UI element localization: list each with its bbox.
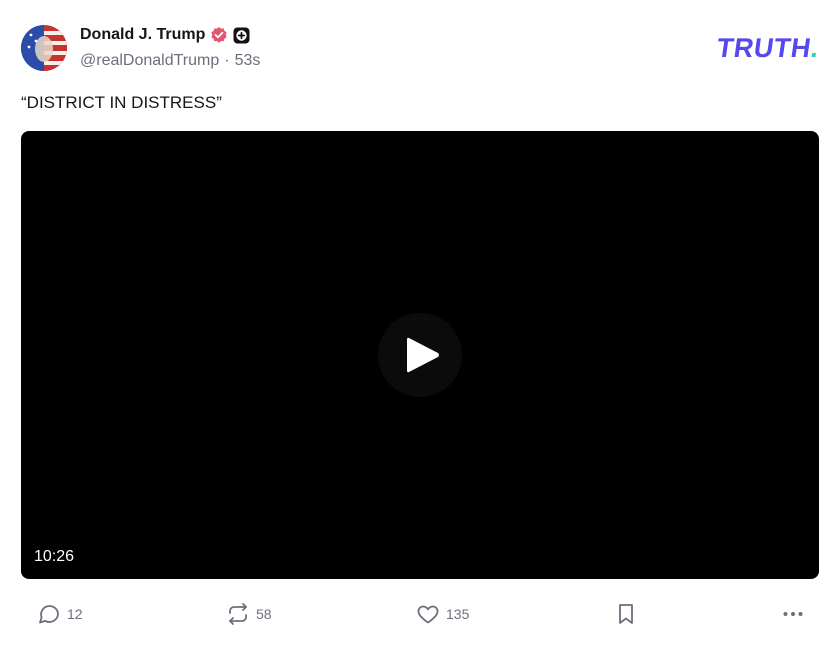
- action-bar: 12 58 135: [0, 600, 840, 628]
- plus-badge-icon: [233, 27, 250, 44]
- bookmark-button[interactable]: [614, 600, 638, 628]
- like-count: 135: [446, 606, 470, 622]
- avatar[interactable]: [21, 25, 67, 71]
- play-button[interactable]: [378, 313, 462, 397]
- handle[interactable]: @realDonaldTrump: [80, 52, 219, 70]
- author-block: Donald J. Trump @realDonaldTrump · 53s: [80, 25, 260, 70]
- verified-badge-icon: [210, 26, 228, 44]
- meta-row: @realDonaldTrump · 53s: [80, 52, 260, 70]
- truth-post: Donald J. Trump @realDonaldTrump · 53s T…: [0, 0, 840, 649]
- retruth-count: 58: [256, 606, 272, 622]
- retruth-icon: [229, 603, 247, 625]
- more-options-button[interactable]: [781, 600, 805, 628]
- truth-logo: TRUTH.: [715, 33, 821, 64]
- play-icon: [407, 337, 439, 373]
- reply-count: 12: [67, 606, 83, 622]
- heart-icon: [417, 605, 439, 624]
- timestamp[interactable]: 53s: [235, 52, 261, 70]
- status-text: “DISTRICT IN DISTRESS”: [21, 93, 222, 112]
- name-row: Donald J. Trump: [80, 25, 260, 45]
- truth-logo-text: TRUTH: [714, 33, 814, 63]
- more-icon: [783, 612, 803, 616]
- reply-button[interactable]: 12: [37, 600, 83, 628]
- video-duration: 10:26: [34, 548, 75, 565]
- bookmark-icon: [619, 604, 633, 624]
- avatar-image: [21, 25, 67, 71]
- video-player[interactable]: 10:26: [21, 131, 819, 579]
- like-button[interactable]: 135: [416, 600, 469, 628]
- reply-icon: [39, 605, 59, 624]
- display-name[interactable]: Donald J. Trump: [80, 26, 205, 44]
- separator: ·: [224, 52, 230, 69]
- retruth-button[interactable]: 58: [226, 600, 272, 628]
